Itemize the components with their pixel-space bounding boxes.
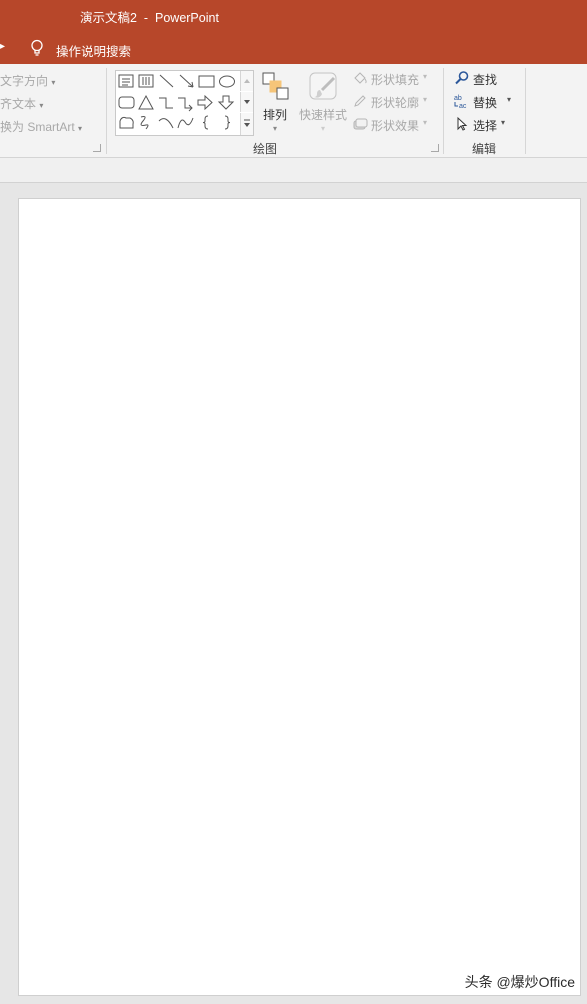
right-arrow-shape-icon[interactable] [197, 94, 213, 111]
lightbulb-icon[interactable] [30, 39, 44, 57]
shape-outline-label: 形状轮廓 [371, 96, 420, 110]
chevron-down-icon: ▾ [507, 95, 512, 104]
window-title: 演示文稿2 - PowerPoint [80, 11, 219, 25]
arrange-icon [262, 72, 289, 100]
watermark-text: 头条 @爆炒Office [464, 974, 575, 990]
find-button[interactable]: 查找 [454, 68, 524, 88]
convert-smartart-button[interactable]: 换为 SmartArt ▾ [0, 118, 82, 135]
select-button[interactable]: 选择 ▾ [454, 114, 524, 134]
group-separator [443, 68, 444, 154]
shape-outline-button[interactable]: 形状轮廓 ▾ [352, 91, 437, 111]
svg-text:ab: ab [454, 95, 462, 102]
vertical-text-box-shape-icon[interactable] [138, 74, 154, 88]
replace-button[interactable]: ab ac 替换 ▾ [454, 91, 524, 111]
drawing-dialog-launcher[interactable] [431, 144, 439, 152]
text-direction-button[interactable]: 文字方向 ▾ [0, 72, 55, 89]
quick-styles-label: 快速样式 [299, 108, 348, 122]
down-arrow-shape-icon[interactable] [217, 95, 235, 110]
editing-group-label: 编辑 [472, 142, 497, 156]
shape-effects-icon [353, 118, 368, 130]
oval-shape-icon[interactable] [219, 75, 235, 88]
slide-canvas[interactable] [18, 198, 581, 996]
gallery-scroll-up-icon[interactable] [240, 71, 253, 91]
right-brace-shape-icon[interactable] [224, 115, 231, 130]
shape-effects-button[interactable]: 形状效果 ▾ [352, 114, 437, 134]
freeform-shape-icon[interactable] [119, 116, 134, 129]
pencil-icon [354, 95, 366, 107]
left-brace-shape-icon[interactable] [202, 115, 209, 130]
search-icon [455, 71, 469, 85]
elbow-connector-shape-icon[interactable] [159, 97, 173, 109]
convert-smartart-label: 换为 SmartArt [0, 120, 75, 134]
quick-styles-brush-icon [309, 72, 337, 100]
replace-icon: ab ac [454, 95, 467, 109]
find-label: 查找 [473, 73, 498, 87]
chevron-down-icon: ▾ [321, 124, 326, 133]
group-separator [525, 68, 526, 154]
quick-styles-button[interactable]: 快速样式 ▾ [296, 70, 350, 138]
rounded-rectangle-shape-icon[interactable] [118, 96, 135, 109]
chevron-down-icon: ▾ [423, 118, 428, 127]
tell-me-search[interactable]: 操作说明搜索 [56, 41, 131, 60]
title-bar: 演示文稿2 - PowerPoint ▸ 操作说明搜索 [0, 0, 587, 64]
text-direction-label: 文字方向 [0, 74, 49, 88]
select-label: 选择 [473, 119, 498, 133]
ribbon-home: 文字方向 ▾ 齐文本 ▾ 换为 SmartArt ▾ 排列 ▾ 快速样式 ▾ 形… [0, 64, 587, 158]
rectangle-shape-icon[interactable] [198, 75, 215, 88]
arrow-line-shape-icon[interactable] [179, 74, 194, 88]
shapes-gallery[interactable] [115, 70, 254, 136]
cursor-arrow-icon [457, 116, 468, 131]
shape-effects-label: 形状效果 [371, 119, 420, 133]
paint-bucket-icon [354, 72, 367, 84]
svg-text:ac: ac [459, 103, 467, 109]
text-box-shape-icon[interactable] [118, 74, 134, 88]
arc-shape-icon[interactable] [158, 118, 174, 129]
gallery-scroll-down-icon[interactable] [240, 92, 253, 112]
curve-shape-icon[interactable] [177, 117, 194, 129]
chevron-down-icon: ▾ [423, 72, 428, 81]
arrange-button[interactable]: 排列 ▾ [256, 70, 294, 138]
replace-label: 替换 [473, 96, 498, 110]
group-separator [106, 68, 107, 154]
scribble-shape-icon[interactable] [140, 116, 149, 130]
shape-fill-button[interactable]: 形状填充 ▾ [352, 68, 437, 88]
align-text-button[interactable]: 齐文本 ▾ [0, 95, 43, 112]
align-text-label: 齐文本 [0, 97, 37, 111]
gallery-expand-icon[interactable] [240, 113, 253, 135]
line-shape-icon[interactable] [159, 74, 174, 88]
elbow-arrow-connector-shape-icon[interactable] [178, 97, 193, 112]
chevron-down-icon: ▾ [501, 118, 506, 127]
drawing-group-label: 绘图 [253, 142, 278, 156]
arrange-label: 排列 [263, 108, 288, 122]
chevron-down-icon: ▾ [423, 95, 428, 104]
paragraph-dialog-launcher[interactable] [93, 144, 101, 152]
ribbon-bottom-strip [0, 158, 587, 183]
triangle-shape-icon[interactable] [138, 94, 154, 110]
ribbon-scroll-left-icon[interactable]: ▸ [0, 41, 5, 52]
shape-fill-label: 形状填充 [371, 73, 420, 87]
chevron-down-icon: ▾ [273, 124, 278, 133]
